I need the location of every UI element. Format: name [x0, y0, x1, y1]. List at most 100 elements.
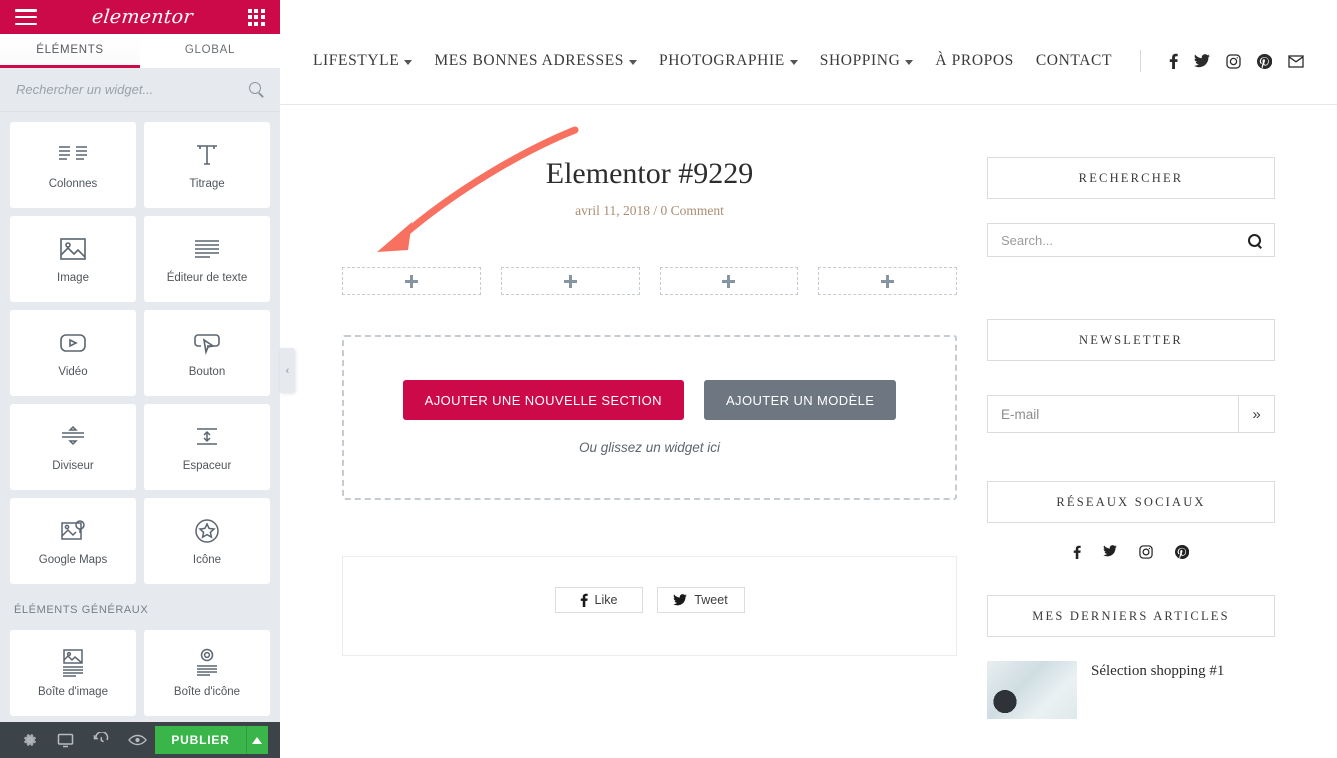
- pinterest-icon[interactable]: [1175, 545, 1189, 559]
- widget-label: Espaceur: [182, 460, 232, 472]
- twitter-icon: [673, 594, 688, 606]
- publish-button[interactable]: PUBLIER: [155, 726, 246, 754]
- widget-grid: Colonnes Titrage Image Éditeur de texte …: [10, 122, 270, 716]
- email-icon[interactable]: [1288, 54, 1304, 68]
- columns-icon: [57, 140, 89, 170]
- meta-separator: /: [653, 203, 658, 218]
- add-new-section-button[interactable]: AJOUTER UNE NOUVELLE SECTION: [402, 380, 684, 420]
- widget-label: Icône: [192, 554, 222, 566]
- search-icon[interactable]: [1248, 233, 1261, 247]
- widget-label: Colonnes: [48, 178, 98, 190]
- grid-apps-icon[interactable]: [247, 8, 265, 26]
- tab-elements[interactable]: ÉLÉMENTS: [0, 34, 140, 68]
- sidebar-widget-title-mes-derniers-articles: MES DERNIERS ARTICLES: [987, 595, 1275, 637]
- facebook-icon[interactable]: [1073, 545, 1081, 559]
- sidebar-search-input[interactable]: [1001, 232, 1248, 248]
- image-icon: [58, 234, 88, 264]
- nav-item-a-propos[interactable]: À PROPOS: [935, 52, 1013, 70]
- newsletter-form: »: [987, 395, 1275, 433]
- add-template-button[interactable]: AJOUTER UN MODÈLE: [703, 380, 897, 420]
- pinterest-icon[interactable]: [1257, 53, 1273, 69]
- widget-label: Google Maps: [38, 554, 108, 566]
- nav-item-contact[interactable]: CONTACT: [1036, 52, 1112, 70]
- newsletter-email-input[interactable]: [988, 396, 1238, 432]
- image-box-icon: [59, 648, 87, 678]
- instagram-icon[interactable]: [1226, 53, 1241, 69]
- newsletter-submit-button[interactable]: »: [1238, 396, 1274, 432]
- map-icon: [58, 516, 88, 546]
- widget-list[interactable]: Colonnes Titrage Image Éditeur de texte …: [0, 112, 280, 722]
- widget-search-row: [0, 68, 280, 112]
- divider-icon: [59, 422, 87, 452]
- plus-icon: [881, 274, 895, 288]
- twitter-icon[interactable]: [1103, 545, 1117, 559]
- widget-label: Diviseur: [52, 460, 94, 472]
- twitter-tweet-button[interactable]: Tweet: [656, 587, 745, 613]
- eye-icon[interactable]: [120, 722, 156, 758]
- elementor-logo: elementor: [90, 6, 195, 28]
- widget-editeur-de-texte[interactable]: Éditeur de texte: [144, 216, 270, 302]
- widget-label: Éditeur de texte: [166, 272, 248, 284]
- facebook-icon[interactable]: [1169, 53, 1178, 69]
- empty-columns-row: [342, 267, 957, 295]
- panel-collapse-handle[interactable]: ‹: [280, 348, 295, 393]
- widget-colonnes[interactable]: Colonnes: [10, 122, 136, 208]
- editor-panel: elementor ÉLÉMENTS GLOBAL Rechercher un …: [0, 0, 280, 758]
- nav-item-photographie[interactable]: PHOTOGRAPHIE: [659, 52, 798, 70]
- widget-label: Titrage: [189, 178, 225, 190]
- site-preview: LIFESTYLE MES BONNES ADRESSES PHOTOGRAPH…: [280, 0, 1337, 758]
- sidebar-social-icons: [987, 523, 1275, 559]
- widget-espaceur[interactable]: Espaceur: [144, 404, 270, 490]
- nav-item-shopping[interactable]: SHOPPING: [820, 52, 914, 70]
- history-icon[interactable]: [84, 722, 120, 758]
- empty-column-add[interactable]: [659, 267, 799, 295]
- site-navigation: LIFESTYLE MES BONNES ADRESSES PHOTOGRAPH…: [280, 0, 1337, 105]
- empty-column-add[interactable]: [342, 267, 481, 295]
- plus-icon: [563, 274, 577, 288]
- widget-label: Bouton: [188, 366, 226, 378]
- post-meta: avril 11, 2018 / 0 Comment: [342, 203, 957, 219]
- search-icon[interactable]: [249, 82, 264, 97]
- twitter-icon[interactable]: [1194, 54, 1211, 68]
- article-title[interactable]: Sélection shopping #1: [1091, 661, 1224, 681]
- widget-image[interactable]: Image: [10, 216, 136, 302]
- widget-video[interactable]: Vidéo: [10, 310, 136, 396]
- widget-search-input[interactable]: [16, 82, 249, 97]
- gear-icon[interactable]: [12, 722, 48, 758]
- list-item[interactable]: Sélection shopping #1: [987, 637, 1275, 719]
- post-date: avril 11, 2018: [575, 203, 650, 218]
- empty-column-add[interactable]: [500, 267, 640, 295]
- sidebar-widget-title-rechercher: RECHERCHER: [987, 157, 1275, 199]
- widget-titrage[interactable]: Titrage: [144, 122, 270, 208]
- sidebar-search-field: [987, 223, 1275, 257]
- nav-item-lifestyle[interactable]: LIFESTYLE: [313, 52, 413, 70]
- widget-boite-d-icone[interactable]: Boîte d'icône: [144, 630, 270, 716]
- page-title: Elementor #9229: [545, 157, 754, 190]
- site-sidebar: RECHERCHER NEWSLETTER » RÉSEAUX SOCIAUX: [987, 105, 1275, 719]
- nav-social-icons: [1169, 53, 1304, 69]
- nav-item-mes-bonnes-adresses[interactable]: MES BONNES ADRESSES: [434, 52, 638, 70]
- nav-label: SHOPPING: [819, 52, 901, 69]
- hamburger-icon[interactable]: [15, 9, 37, 25]
- widget-diviseur[interactable]: Diviseur: [10, 404, 136, 490]
- instagram-icon[interactable]: [1139, 545, 1153, 559]
- widget-icone[interactable]: Icône: [144, 498, 270, 584]
- chevron-down-icon: [789, 59, 798, 65]
- tab-global[interactable]: GLOBAL: [140, 34, 280, 68]
- widget-bouton[interactable]: Bouton: [144, 310, 270, 396]
- post-comments-link[interactable]: 0 Comment: [661, 203, 724, 218]
- facebook-like-button[interactable]: Like: [554, 587, 643, 613]
- publish-options-caret-icon[interactable]: [245, 726, 268, 754]
- widget-label: Vidéo: [58, 366, 88, 378]
- empty-column-add[interactable]: [818, 267, 957, 295]
- widget-boite-d-image[interactable]: Boîte d'image: [10, 630, 136, 716]
- star-icon: [193, 516, 221, 546]
- add-section-dropzone[interactable]: AJOUTER UNE NOUVELLE SECTION AJOUTER UN …: [342, 335, 957, 500]
- video-icon: [58, 328, 88, 358]
- heading-icon: [194, 140, 220, 170]
- widget-google-maps[interactable]: Google Maps: [10, 498, 136, 584]
- desktop-icon[interactable]: [48, 722, 84, 758]
- facebook-icon: [580, 593, 588, 607]
- drag-widget-hint: Ou glissez un widget ici: [578, 440, 721, 455]
